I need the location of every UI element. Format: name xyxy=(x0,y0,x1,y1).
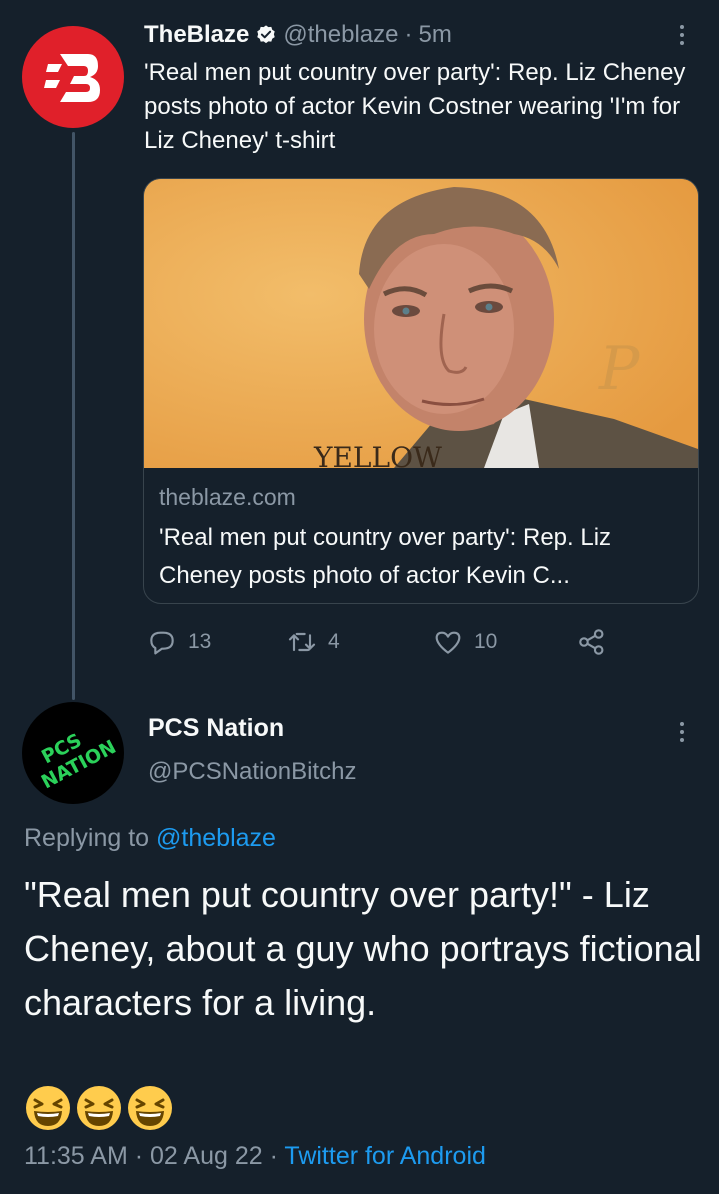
laughing-emoji-icon xyxy=(128,1086,172,1130)
verified-badge-icon xyxy=(257,25,276,44)
author-handle[interactable]: @PCSNationBitchz xyxy=(148,758,356,786)
share-button[interactable] xyxy=(576,622,608,662)
author-name[interactable]: PCS Nation xyxy=(148,714,284,743)
tweet1-actions: 13 4 10 xyxy=(146,622,616,662)
tweet-time[interactable]: 5m xyxy=(418,21,451,49)
svg-text:P: P xyxy=(598,334,641,404)
tweet-time[interactable]: 11:35 AM xyxy=(24,1142,128,1170)
share-icon xyxy=(579,629,604,655)
tweet-metadata: 11:35 AM · 02 Aug 22 · Twitter for Andro… xyxy=(24,1142,486,1171)
separator-dot: · xyxy=(269,1142,278,1170)
tweet1-text: 'Real men put country over party': Rep. … xyxy=(144,59,686,154)
more-icon xyxy=(680,25,684,29)
card-sign-text: YELLOW xyxy=(313,441,442,468)
more-options-button[interactable] xyxy=(670,20,694,50)
theblaze-avatar[interactable] xyxy=(22,26,124,128)
separator-dot: · xyxy=(404,21,413,48)
tweet-source-link[interactable]: Twitter for Android xyxy=(284,1142,485,1170)
retweet-count: 4 xyxy=(328,630,340,653)
like-icon xyxy=(435,631,461,654)
more-icon xyxy=(680,722,684,726)
like-button[interactable]: 10 xyxy=(432,622,497,662)
separator-dot: · xyxy=(134,1142,144,1170)
laughing-emoji-icon xyxy=(77,1086,121,1130)
tweet2-text: "Real men put country over party!" - Liz… xyxy=(24,874,702,1023)
laughing-emoji-icon xyxy=(26,1086,70,1130)
reply-count: 13 xyxy=(188,630,212,653)
pcs-nation-avatar[interactable]: PCS NATION xyxy=(22,702,124,804)
tweet1-header: TheBlaze @theblaze · 5m xyxy=(144,18,452,52)
pcs-nation-logo: PCS NATION xyxy=(38,729,120,793)
retweet-button[interactable]: 4 xyxy=(286,622,340,662)
blaze-logo-icon xyxy=(44,54,100,102)
like-count: 10 xyxy=(474,630,498,653)
reply-icon xyxy=(150,631,174,655)
card-domain: theblaze.com xyxy=(159,484,296,510)
reply-button[interactable]: 13 xyxy=(146,622,211,662)
link-card[interactable]: P YELLOW theblaze.com 'Real men put coun… xyxy=(143,178,699,604)
more-options-button[interactable] xyxy=(670,716,694,748)
card-image: P YELLOW xyxy=(144,179,698,468)
replying-handle-link[interactable]: @theblaze xyxy=(156,824,276,852)
tweet-date[interactable]: 02 Aug 22 xyxy=(150,1142,263,1170)
replying-prefix: Replying to xyxy=(24,824,150,852)
thread-connector-line xyxy=(72,132,75,700)
card-title: 'Real men put country over party': Rep. … xyxy=(159,524,612,589)
retweet-icon xyxy=(288,632,316,652)
replying-to: Replying to @theblaze xyxy=(24,824,276,853)
card-photo-illustration: P YELLOW xyxy=(144,179,698,468)
emoji-row xyxy=(24,1084,174,1132)
author-name[interactable]: TheBlaze xyxy=(144,21,249,49)
author-handle[interactable]: @theblaze xyxy=(283,21,398,49)
